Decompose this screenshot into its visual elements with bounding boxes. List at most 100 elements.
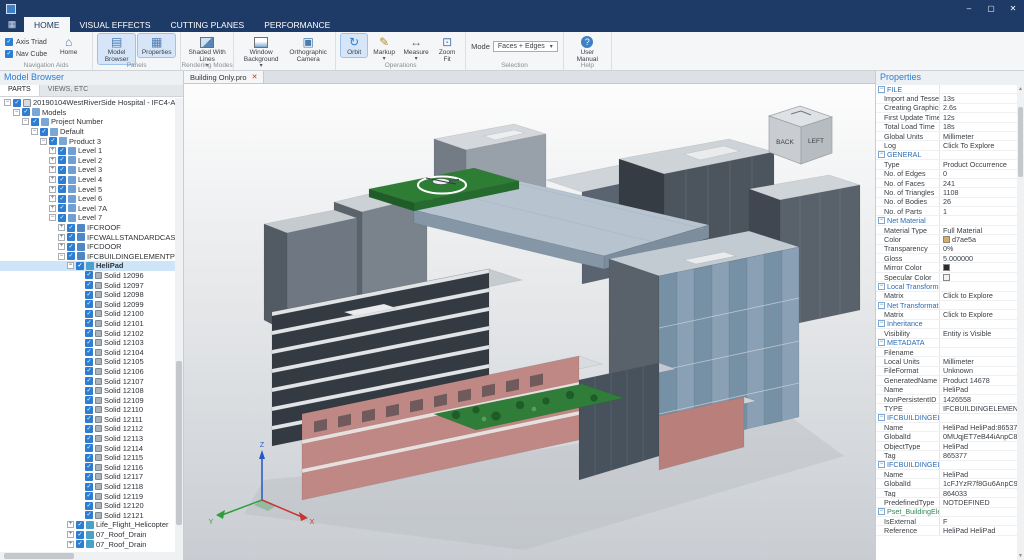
- tree-item[interactable]: Solid 12096: [0, 271, 183, 281]
- tree-expander-icon[interactable]: +: [67, 531, 74, 538]
- tree-item[interactable]: Solid 12108: [0, 386, 183, 396]
- tree-checkbox[interactable]: [85, 377, 93, 385]
- tree-checkbox[interactable]: [85, 367, 93, 375]
- property-row[interactable]: Type Product Occurrence: [876, 160, 1017, 169]
- tree-item[interactable]: − Models: [0, 108, 183, 118]
- property-row[interactable]: − IFCBUILDINGELEMENTPROXYTYPE: [876, 461, 1017, 470]
- close-button[interactable]: ✕: [1002, 0, 1024, 17]
- tree-expander-icon[interactable]: +: [58, 243, 65, 250]
- tree-checkbox[interactable]: [85, 348, 93, 356]
- tree-expander-icon[interactable]: −: [31, 128, 38, 135]
- tree-item[interactable]: Solid 12111: [0, 415, 183, 425]
- tree-checkbox[interactable]: [58, 214, 66, 222]
- measure-button[interactable]: ↔ Measure ▾: [401, 34, 431, 64]
- tree-item[interactable]: + Level 4: [0, 175, 183, 185]
- ribbon-tab[interactable]: PERFORMANCE: [254, 17, 340, 32]
- property-row[interactable]: Matrix Click to Explore: [876, 310, 1017, 319]
- tree-checkbox[interactable]: [85, 463, 93, 471]
- zoom-fit-button[interactable]: ⊡ Zoom Fit: [434, 34, 460, 64]
- tree-checkbox[interactable]: [67, 243, 75, 251]
- tree-expander-icon[interactable]: +: [67, 521, 74, 528]
- tree-expander-icon[interactable]: [76, 512, 83, 519]
- tree-expander-icon[interactable]: −: [22, 118, 29, 125]
- tree-expander-icon[interactable]: [76, 339, 83, 346]
- tree-checkbox[interactable]: [85, 291, 93, 299]
- property-row[interactable]: ObjectType HeliPad: [876, 442, 1017, 451]
- property-row[interactable]: − FILE: [876, 85, 1017, 94]
- maximize-button[interactable]: ▢: [980, 0, 1002, 17]
- scrollbar-thumb[interactable]: [1018, 107, 1023, 177]
- scroll-down-icon[interactable]: ▼: [1017, 552, 1024, 560]
- tree-item[interactable]: Solid 12118: [0, 482, 183, 492]
- property-row[interactable]: Gloss 5.000000: [876, 254, 1017, 263]
- section-expander-icon[interactable]: −: [878, 302, 885, 309]
- tree-expander-icon[interactable]: [76, 272, 83, 279]
- tree-checkbox[interactable]: [22, 108, 30, 116]
- tab-close-icon[interactable]: ✕: [252, 73, 258, 81]
- tree-expander-icon[interactable]: −: [13, 109, 20, 116]
- property-row[interactable]: − GENERAL: [876, 151, 1017, 160]
- property-row[interactable]: Name HeliPad HeliPad:865377: [876, 423, 1017, 432]
- property-row[interactable]: Color d7ae5a: [876, 235, 1017, 244]
- tree-checkbox[interactable]: [58, 156, 66, 164]
- property-row[interactable]: GeneratedName Product 14678: [876, 376, 1017, 385]
- tree-checkbox[interactable]: [85, 281, 93, 289]
- property-row[interactable]: − METADATA: [876, 339, 1017, 348]
- tree-checkbox[interactable]: [85, 425, 93, 433]
- tree-checkbox[interactable]: [85, 387, 93, 395]
- tree-expander-icon[interactable]: [76, 291, 83, 298]
- tree-item[interactable]: − HeliPad: [0, 261, 183, 271]
- tree-checkbox[interactable]: [67, 224, 75, 232]
- tree-item[interactable]: − Product 3: [0, 136, 183, 146]
- tree-item[interactable]: Solid 12120: [0, 501, 183, 511]
- tree-item[interactable]: Solid 12116: [0, 463, 183, 473]
- markup-button[interactable]: ✎ Markup ▾: [370, 34, 398, 64]
- tree-item[interactable]: Solid 12106: [0, 367, 183, 377]
- tree-expander-icon[interactable]: +: [58, 224, 65, 231]
- tree-checkbox[interactable]: [58, 185, 66, 193]
- tree-expander-icon[interactable]: +: [49, 157, 56, 164]
- tree-checkbox[interactable]: [85, 473, 93, 481]
- tree-expander-icon[interactable]: [76, 435, 83, 442]
- section-expander-icon[interactable]: −: [878, 217, 885, 224]
- tree-item[interactable]: + Level 6: [0, 194, 183, 204]
- property-row[interactable]: Log Click To Explore: [876, 141, 1017, 150]
- model-browser-button[interactable]: ▤ Model Browser: [98, 34, 135, 64]
- tree-checkbox[interactable]: [85, 444, 93, 452]
- axis-triad-checkbox[interactable]: ✓ Axis Triad: [5, 37, 47, 47]
- property-row[interactable]: Filename: [876, 348, 1017, 357]
- tree-checkbox[interactable]: [85, 483, 93, 491]
- section-expander-icon[interactable]: −: [878, 320, 885, 327]
- tree-expander-icon[interactable]: [76, 368, 83, 375]
- tree-expander-icon[interactable]: [76, 330, 83, 337]
- property-row[interactable]: Transparency 0%: [876, 245, 1017, 254]
- property-row[interactable]: Matrix Click to Explore: [876, 292, 1017, 301]
- tree-checkbox[interactable]: [85, 406, 93, 414]
- tree-expander-icon[interactable]: [76, 310, 83, 317]
- property-row[interactable]: No. of Edges 0: [876, 170, 1017, 179]
- property-row[interactable]: Import and Tessellation 13s: [876, 94, 1017, 103]
- property-row[interactable]: Tag 864033: [876, 489, 1017, 498]
- selection-mode-dropdown[interactable]: Faces + Edges ▾: [493, 41, 558, 52]
- tree-checkbox[interactable]: [58, 166, 66, 174]
- tree-item[interactable]: + 07_Roof_Drain: [0, 530, 183, 540]
- tree-expander-icon[interactable]: −: [40, 138, 47, 145]
- tree-checkbox[interactable]: [67, 252, 75, 260]
- tree-checkbox[interactable]: [85, 454, 93, 462]
- tree-checkbox[interactable]: [85, 502, 93, 510]
- tree-checkbox[interactable]: [85, 271, 93, 279]
- section-expander-icon[interactable]: −: [878, 339, 885, 346]
- tree-item[interactable]: Solid 12121: [0, 511, 183, 521]
- tree-horizontal-scrollbar[interactable]: [0, 552, 183, 560]
- ribbon-tab[interactable]: HOME: [24, 17, 70, 32]
- navcube-back-label[interactable]: BACK: [776, 139, 794, 146]
- tree-item[interactable]: Solid 12097: [0, 280, 183, 290]
- tree-item[interactable]: − IFCBUILDINGELEMENTPROXY: [0, 252, 183, 262]
- ribbon-tab[interactable]: VISUAL EFFECTS: [70, 17, 161, 32]
- tree-checkbox[interactable]: [76, 531, 84, 539]
- section-expander-icon[interactable]: −: [878, 508, 885, 515]
- section-expander-icon[interactable]: −: [878, 86, 885, 93]
- tree-checkbox[interactable]: [58, 204, 66, 212]
- tree-checkbox[interactable]: [13, 99, 21, 107]
- app-menu-icon[interactable]: ▦: [0, 17, 24, 32]
